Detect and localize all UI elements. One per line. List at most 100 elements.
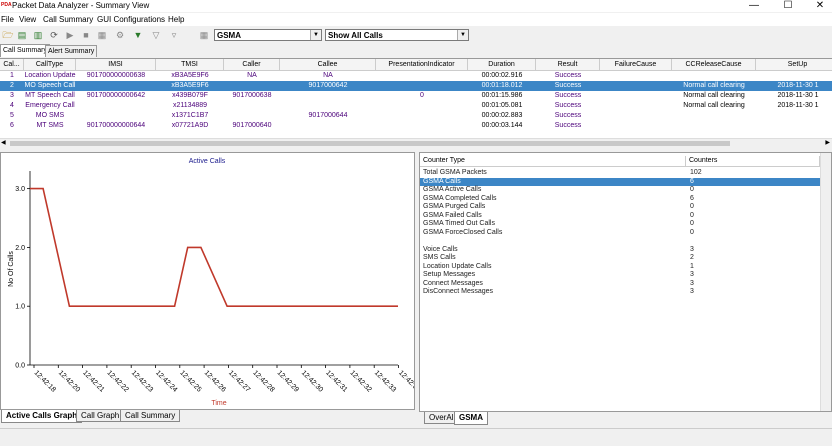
counter-row[interactable]: GSMA ForceClosed Calls 0	[420, 229, 820, 237]
table-row[interactable]: 1 Location Update 901700000000638 xB3A5E9F6…	[0, 71, 832, 81]
tab-call-graph[interactable]: Call Graph	[76, 410, 125, 422]
menu-file[interactable]: File	[1, 13, 14, 26]
menu-help[interactable]: Help	[168, 13, 184, 26]
scroll-thumb[interactable]	[10, 141, 730, 146]
counter-row[interactable]: Voice Calls 3	[420, 246, 820, 254]
table-cell: x21134889	[172, 102, 208, 109]
column-header[interactable]: SetUp	[756, 59, 832, 70]
table-cell	[376, 71, 468, 81]
column-header[interactable]: Callee	[280, 59, 376, 70]
counter-type-cell: Setup Messages	[423, 271, 476, 278]
chart-x-axis-label: Time	[211, 400, 226, 407]
column-header[interactable]: TMSI	[156, 59, 224, 70]
tab-call-summary[interactable]: Call Summary	[0, 44, 50, 57]
table-cell	[600, 101, 672, 111]
remove-filter-icon[interactable]: ▽	[150, 29, 162, 41]
grid-icon[interactable]: ▦	[198, 29, 210, 41]
table-cell	[280, 91, 376, 101]
clear-icon[interactable]: ▦	[96, 29, 108, 41]
counter-value-cell: 3	[690, 288, 694, 295]
column-header[interactable]: Caller	[224, 59, 280, 70]
scroll-right-icon[interactable]: ▶	[825, 139, 830, 146]
counter-row[interactable]: Total GSMA Packets 102	[420, 169, 820, 177]
column-header[interactable]: IMSI	[76, 59, 156, 70]
counter-row[interactable]: GSMA Timed Out Calls 0	[420, 220, 820, 228]
export-icon[interactable]: ▥	[32, 29, 44, 41]
settings-icon[interactable]: ⚙	[114, 29, 126, 41]
minimize-button[interactable]: —	[742, 0, 766, 12]
filter-select[interactable]: Show All Calls ▼	[325, 29, 469, 41]
counter-row[interactable]: DisConnect Messages 3	[420, 288, 820, 296]
table-cell	[280, 121, 376, 131]
counter-row[interactable]	[420, 237, 820, 245]
protocol-select[interactable]: GSMA ▼	[214, 29, 322, 41]
counter-row[interactable]: Connect Messages 3	[420, 280, 820, 288]
table-cell	[600, 71, 672, 81]
table-cell: 2018-11-30 1	[777, 92, 819, 99]
open-file-icon[interactable]: 🗁	[2, 29, 14, 41]
chevron-down-icon: ▼	[310, 30, 321, 40]
counter-type-cell: GSMA Active Calls	[423, 186, 482, 193]
column-header[interactable]: Result	[536, 59, 600, 70]
counter-type-header[interactable]: Counter Type	[420, 156, 686, 166]
x-tick-label: 12:42:26	[203, 369, 227, 393]
table-cell	[600, 91, 672, 101]
counter-value-cell: 102	[690, 169, 702, 176]
column-header[interactable]: Duration	[468, 59, 536, 70]
chart-title: Active Calls	[189, 158, 226, 165]
menu-view[interactable]: View	[19, 13, 36, 26]
x-tick-label: 12:42:34	[397, 369, 414, 393]
table-cell: Normal call clearing	[683, 92, 745, 99]
column-header[interactable]: Cal...	[0, 59, 24, 70]
table-cell: 2018-11-30 1	[777, 102, 819, 109]
table-cell: 9017000642	[308, 82, 348, 89]
table-cell	[672, 111, 756, 121]
table-cell	[600, 81, 672, 91]
table-cell: 9017000640	[232, 122, 272, 129]
table-row[interactable]: 2 MO Speech Call xB3A5E9F6 9017000642 00:01:…	[0, 81, 832, 91]
close-button[interactable]: ✕	[808, 0, 832, 12]
column-header[interactable]: FailureCause	[600, 59, 672, 70]
column-header[interactable]: CallType	[24, 59, 76, 70]
tab-gsma[interactable]: GSMA	[454, 412, 488, 425]
table-cell: 00:00:03.144	[481, 122, 523, 129]
menu-gui-configurations[interactable]: GUI Configurations	[97, 13, 165, 26]
refresh-icon[interactable]: ⟳	[48, 29, 60, 41]
column-header[interactable]: PresentationIndicator	[376, 59, 468, 70]
counter-value-cell: 0	[690, 211, 694, 219]
table-cell: 00:01:05.081	[481, 102, 523, 109]
counter-row[interactable]: GSMA Calls 6	[420, 177, 820, 186]
column-header[interactable]: CCReleaseCause	[672, 59, 756, 70]
set-filter-icon[interactable]: ▼	[132, 29, 144, 41]
table-cell: 901700000000642	[86, 92, 146, 99]
counter-row[interactable]: GSMA Failed Calls 0	[420, 212, 820, 220]
counter-row[interactable]: Setup Messages 3	[420, 271, 820, 279]
tab-active-calls-graph[interactable]: Active Calls Graph	[1, 410, 83, 423]
play-icon[interactable]: ▶	[64, 29, 76, 41]
maximize-button[interactable]: ☐	[776, 0, 800, 12]
counter-row[interactable]: GSMA Completed Calls 6	[420, 195, 820, 203]
counter-value-cell: 6	[690, 194, 694, 202]
counter-type-cell: GSMA Purged Calls	[423, 203, 486, 210]
table-row[interactable]: 4 Emergency Call x21134889 00:01:05.081 Succ…	[0, 101, 832, 111]
vertical-scrollbar[interactable]	[820, 153, 831, 411]
counters-header-value[interactable]: Counters	[686, 156, 820, 166]
table-row[interactable]: 6 MT SMS 901700000000644 x07721A9D 901700064…	[0, 121, 832, 131]
custom-filter-icon[interactable]: ▿	[168, 29, 180, 41]
counter-row[interactable]: GSMA Active Calls 0	[420, 186, 820, 194]
table-row[interactable]: 3 MT Speech Call 901700000000642 x439B079F 9…	[0, 91, 832, 101]
counter-row[interactable]: SMS Calls 2	[420, 254, 820, 262]
menu-call-summary[interactable]: Call Summary	[43, 13, 93, 26]
table-cell: x439B079F	[172, 92, 208, 99]
scroll-left-icon[interactable]: ◀	[1, 139, 6, 146]
table-row[interactable]: 5 MO SMS x1371C1B7 9017000644 00:00:02.883 Su…	[0, 111, 832, 121]
chart-axes	[29, 171, 398, 366]
stop-icon[interactable]: ■	[80, 29, 92, 41]
counter-row[interactable]: GSMA Purged Calls 0	[420, 203, 820, 211]
tab-call-summary-bottom[interactable]: Call Summary	[120, 410, 181, 422]
save-icon[interactable]: ▤	[16, 29, 28, 41]
counter-type-cell: Voice Calls	[423, 245, 458, 253]
counter-row[interactable]: Location Update Calls 1	[420, 263, 820, 271]
table-cell: Success	[554, 92, 582, 99]
tab-alert-summary[interactable]: Alert Summary	[45, 45, 98, 57]
